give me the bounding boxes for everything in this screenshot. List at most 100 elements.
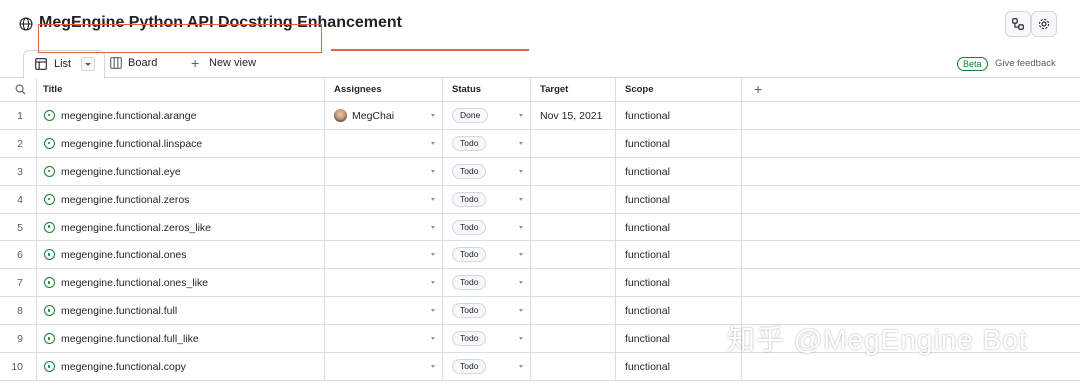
issue-title[interactable]: megengine.functional.full xyxy=(61,305,177,317)
settings-button[interactable] xyxy=(1031,11,1057,37)
chevron-down-icon[interactable] xyxy=(431,197,435,201)
chevron-down-icon[interactable] xyxy=(519,309,523,313)
workflows-button[interactable] xyxy=(1005,11,1031,37)
target-cell[interactable] xyxy=(531,185,616,213)
chevron-down-icon[interactable] xyxy=(431,309,435,313)
scope-cell[interactable]: functional xyxy=(616,325,742,353)
target-cell[interactable] xyxy=(531,353,616,380)
target-cell[interactable] xyxy=(531,129,616,157)
issue-title[interactable]: megengine.functional.linspace xyxy=(61,138,202,150)
scope-cell[interactable]: functional xyxy=(616,353,742,380)
chevron-down-icon[interactable] xyxy=(519,197,523,201)
chevron-down-icon[interactable] xyxy=(431,225,435,229)
issue-title[interactable]: megengine.functional.zeros xyxy=(61,194,189,206)
target-cell[interactable] xyxy=(531,241,616,269)
column-header-assignees[interactable]: Assignees xyxy=(325,78,443,101)
title-cell[interactable]: megengine.functional.linspace xyxy=(37,129,325,157)
chevron-down-icon[interactable] xyxy=(519,365,523,369)
chevron-down-icon[interactable] xyxy=(431,337,435,341)
chevron-down-icon[interactable] xyxy=(519,141,523,145)
assignees-cell[interactable] xyxy=(325,185,443,213)
tab-list[interactable]: List xyxy=(23,50,105,79)
chevron-down-icon[interactable] xyxy=(519,114,523,117)
scope-cell[interactable]: functional xyxy=(616,102,742,129)
status-cell[interactable]: Todo xyxy=(443,269,531,297)
column-header-scope[interactable]: Scope xyxy=(616,78,742,101)
chevron-down-icon[interactable] xyxy=(431,169,435,173)
assignees-cell[interactable] xyxy=(325,325,443,353)
status-cell[interactable]: Todo xyxy=(443,185,531,213)
issue-title[interactable]: megengine.functional.zeros_like xyxy=(61,222,211,234)
scope-cell[interactable]: functional xyxy=(616,185,742,213)
target-cell[interactable]: Nov 15, 2021 xyxy=(531,102,616,129)
chevron-down-icon[interactable] xyxy=(431,281,435,285)
chevron-down-icon[interactable] xyxy=(431,141,435,145)
column-header-status[interactable]: Status xyxy=(443,78,531,101)
issue-title[interactable]: megengine.functional.copy xyxy=(61,361,186,373)
scope-cell[interactable]: functional xyxy=(616,269,742,297)
issue-title[interactable]: megengine.functional.ones_like xyxy=(61,277,208,289)
title-cell[interactable]: megengine.functional.ones_like xyxy=(37,269,325,297)
column-header-title[interactable]: Title xyxy=(37,78,325,101)
scope-cell[interactable]: functional xyxy=(616,157,742,185)
scope-cell[interactable]: functional xyxy=(616,241,742,269)
target-cell[interactable] xyxy=(531,297,616,325)
add-column-icon[interactable]: + xyxy=(754,81,762,97)
chevron-down-icon[interactable] xyxy=(519,281,523,285)
chevron-down-icon[interactable] xyxy=(431,253,435,257)
status-cell[interactable]: Todo xyxy=(443,297,531,325)
target-cell[interactable] xyxy=(531,325,616,353)
assignees-cell[interactable] xyxy=(325,297,443,325)
scope-cell[interactable]: functional xyxy=(616,297,742,325)
status-cell[interactable]: Todo xyxy=(443,353,531,380)
table-row[interactable]: 6 megengine.functional.ones Todo functional xyxy=(0,241,1080,270)
empty-cell xyxy=(742,214,1080,241)
give-feedback-link[interactable]: Give feedback xyxy=(995,58,1056,69)
table-row[interactable]: 7 megengine.functional.ones_like Todo funct… xyxy=(0,269,1080,298)
table-row[interactable]: 1 megengine.functional.arange MegChai Done N… xyxy=(0,102,1080,130)
assignees-cell[interactable] xyxy=(325,353,443,380)
title-cell[interactable]: megengine.functional.zeros_like xyxy=(37,213,325,241)
table-row[interactable]: 3 megengine.functional.eye Todo functional xyxy=(0,157,1080,186)
status-cell[interactable]: Todo xyxy=(443,129,531,157)
chevron-down-icon[interactable] xyxy=(431,114,435,117)
title-cell[interactable]: megengine.functional.full_like xyxy=(37,325,325,353)
table-row[interactable]: 5 megengine.functional.zeros_like Todo func… xyxy=(0,213,1080,242)
assignees-cell[interactable] xyxy=(325,241,443,269)
title-cell[interactable]: megengine.functional.zeros xyxy=(37,185,325,213)
status-cell[interactable]: Todo xyxy=(443,213,531,241)
title-cell[interactable]: megengine.functional.full xyxy=(37,297,325,325)
target-cell[interactable] xyxy=(531,157,616,185)
chevron-down-icon[interactable] xyxy=(519,337,523,341)
title-cell[interactable]: megengine.functional.ones xyxy=(37,241,325,269)
issue-title[interactable]: megengine.functional.full_like xyxy=(61,333,199,345)
issue-title[interactable]: megengine.functional.eye xyxy=(61,166,181,178)
status-cell[interactable]: Todo xyxy=(443,157,531,185)
title-cell[interactable]: megengine.functional.arange xyxy=(37,102,325,129)
status-cell[interactable]: Todo xyxy=(443,241,531,269)
assignees-cell[interactable] xyxy=(325,213,443,241)
target-cell[interactable] xyxy=(531,269,616,297)
chevron-down-icon[interactable] xyxy=(519,169,523,173)
chevron-down-icon[interactable] xyxy=(519,253,523,257)
view-options-dropdown[interactable] xyxy=(81,57,95,71)
assignees-cell[interactable] xyxy=(325,269,443,297)
status-cell[interactable]: Done xyxy=(443,102,531,129)
search-header-cell[interactable] xyxy=(0,78,37,101)
issue-title[interactable]: megengine.functional.ones xyxy=(61,249,187,261)
assignees-cell[interactable] xyxy=(325,157,443,185)
title-cell[interactable]: megengine.functional.copy xyxy=(37,353,325,380)
title-cell[interactable]: megengine.functional.eye xyxy=(37,157,325,185)
target-cell[interactable] xyxy=(531,213,616,241)
assignees-cell[interactable] xyxy=(325,129,443,157)
chevron-down-icon[interactable] xyxy=(519,225,523,229)
column-header-target[interactable]: Target xyxy=(531,78,616,101)
chevron-down-icon[interactable] xyxy=(431,365,435,369)
issue-title[interactable]: megengine.functional.arange xyxy=(61,110,196,122)
table-row[interactable]: 4 megengine.functional.zeros Todo functiona… xyxy=(0,185,1080,214)
assignees-cell[interactable]: MegChai xyxy=(325,102,443,129)
table-row[interactable]: 2 megengine.functional.linspace Todo functi… xyxy=(0,129,1080,158)
status-cell[interactable]: Todo xyxy=(443,325,531,353)
scope-cell[interactable]: functional xyxy=(616,213,742,241)
scope-cell[interactable]: functional xyxy=(616,129,742,157)
